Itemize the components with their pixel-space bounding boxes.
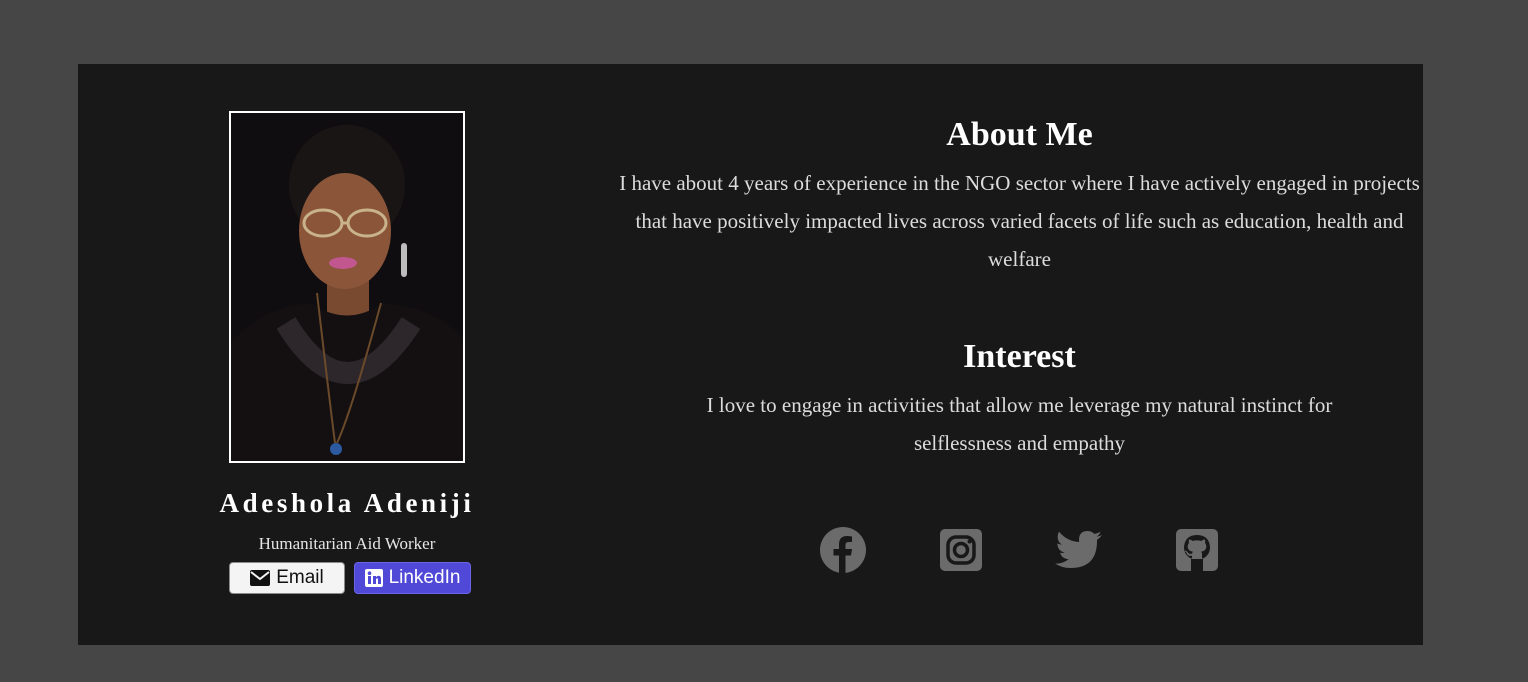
about-title: About Me: [946, 116, 1093, 153]
email-button[interactable]: Email: [229, 562, 345, 594]
linkedin-icon: [364, 569, 383, 587]
interest-text: I love to engage in activities that allo…: [706, 393, 1333, 455]
twitter-link[interactable]: [1055, 526, 1103, 574]
profile-photo: [229, 111, 465, 463]
linkedin-button[interactable]: LinkedIn: [354, 562, 471, 594]
interest-title: Interest: [963, 338, 1076, 375]
social-links: [616, 526, 1423, 574]
facebook-link[interactable]: [819, 526, 867, 574]
instagram-icon: [940, 529, 982, 571]
contact-buttons: Email LinkedIn: [229, 562, 474, 596]
facebook-icon: [820, 527, 866, 573]
linkedin-button-label: LinkedIn: [388, 567, 461, 588]
email-button-label: Email: [276, 567, 324, 588]
envelope-icon: [250, 570, 271, 586]
profile-card: Adeshola Adeniji Humanitarian Aid Worker…: [78, 64, 1423, 645]
github-link[interactable]: [1173, 526, 1221, 574]
about-text: I have about 4 years of experience in th…: [619, 171, 1420, 271]
github-icon: [1176, 529, 1218, 571]
profile-role: Humanitarian Aid Worker: [258, 534, 436, 553]
twitter-icon: [1055, 531, 1102, 568]
profile-name: Adeshola Adeniji: [219, 488, 475, 518]
profile-column: Adeshola Adeniji Humanitarian Aid Worker…: [78, 64, 616, 645]
content-column: About Me I have about 4 years of experie…: [616, 64, 1423, 645]
instagram-link[interactable]: [937, 526, 985, 574]
